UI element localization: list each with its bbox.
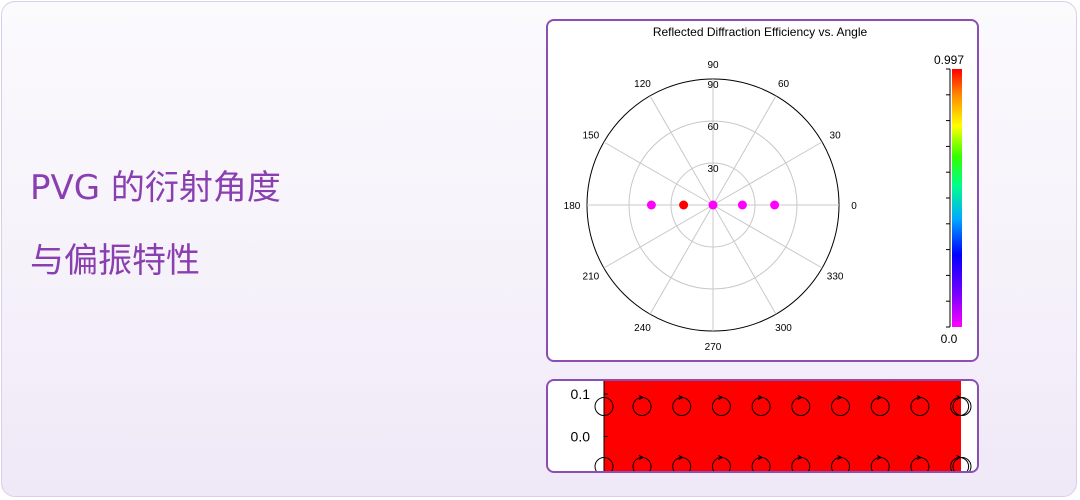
angular-tick-label: 210 bbox=[583, 272, 600, 283]
angular-tick-label: 0 bbox=[851, 201, 857, 212]
angular-tick-label: 330 bbox=[827, 272, 844, 283]
y-tick-label: 0.1 bbox=[571, 386, 591, 402]
angular-tick-label: 180 bbox=[564, 201, 581, 212]
y-tick-label: 0.0 bbox=[571, 429, 591, 445]
angular-tick-label: 120 bbox=[634, 79, 651, 90]
angular-tick-label: 240 bbox=[634, 323, 651, 334]
angular-spoke bbox=[603, 141, 714, 206]
angular-spoke bbox=[712, 141, 823, 206]
data-point bbox=[646, 200, 656, 210]
data-point bbox=[737, 200, 747, 210]
polar-plot-panel: Reflected Diffraction Efficiency vs. Ang… bbox=[546, 19, 979, 362]
chart-title: Reflected Diffraction Efficiency vs. Ang… bbox=[653, 25, 868, 39]
colorbar-max-label: 0.997 bbox=[934, 53, 964, 67]
polar-chart: Reflected Diffraction Efficiency vs. Ang… bbox=[564, 25, 965, 353]
angular-spoke bbox=[649, 95, 714, 206]
data-point bbox=[770, 200, 780, 210]
angular-tick-label: 30 bbox=[830, 131, 842, 142]
angular-spoke bbox=[649, 204, 714, 315]
slide-title-line2: 与偏振特性 bbox=[30, 241, 200, 281]
polarization-plot-panel: 0.10.0-0.1 bbox=[546, 379, 979, 473]
angular-spoke bbox=[712, 204, 777, 315]
field-background bbox=[604, 381, 962, 471]
angular-tick-label: 300 bbox=[775, 323, 792, 334]
colorbar-min-label: 0.0 bbox=[941, 332, 958, 346]
data-point bbox=[708, 200, 718, 210]
polarization-chart: 0.10.0-0.1 bbox=[571, 381, 972, 471]
angular-tick-label: 90 bbox=[707, 60, 719, 71]
slide-title-line1: PVG 的衍射角度 bbox=[30, 168, 281, 208]
angular-spoke bbox=[603, 204, 714, 269]
colorbar bbox=[952, 69, 962, 327]
angular-tick-label: 60 bbox=[778, 79, 790, 90]
angular-spoke bbox=[712, 204, 823, 269]
angular-tick-label: 150 bbox=[583, 131, 600, 142]
data-point bbox=[679, 200, 689, 210]
angular-spoke bbox=[712, 95, 777, 206]
angular-tick-label: 270 bbox=[705, 342, 722, 353]
